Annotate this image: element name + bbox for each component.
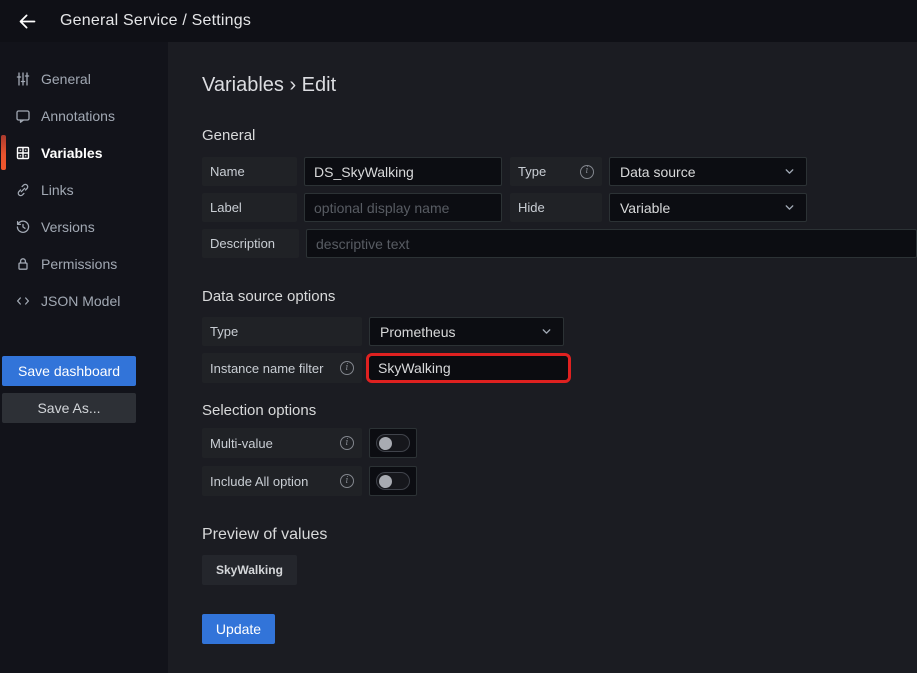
- type-select-value: Data source: [620, 164, 695, 180]
- info-icon[interactable]: i: [340, 361, 354, 375]
- sidebar-item-annotations[interactable]: Annotations: [0, 97, 168, 134]
- lock-icon: [14, 256, 31, 272]
- type-field-label: Type i: [510, 157, 602, 186]
- code-icon: [14, 293, 31, 309]
- active-indicator-bar: [1, 135, 6, 170]
- description-input[interactable]: [306, 229, 917, 258]
- general-form: Name Type i Data source Label Hide Varia…: [202, 157, 917, 258]
- datasource-type-select[interactable]: Prometheus: [369, 317, 564, 346]
- instance-filter-row: Instance name filter i: [202, 353, 917, 383]
- highlight-annotation-box: [366, 353, 571, 383]
- update-button[interactable]: Update: [202, 614, 275, 644]
- sidebar-item-links[interactable]: Links: [0, 171, 168, 208]
- comment-icon: [14, 108, 31, 124]
- sidebar-item-general[interactable]: General: [0, 60, 168, 97]
- sidebar-item-label: Annotations: [41, 108, 115, 124]
- multi-value-row: Multi-value i: [202, 428, 917, 458]
- description-field-label: Description: [202, 229, 299, 258]
- sidebar-item-variables[interactable]: Variables: [0, 134, 168, 171]
- settings-content-panel: Variables › Edit General Name Type i Dat…: [168, 42, 917, 673]
- save-as-button[interactable]: Save As...: [2, 393, 136, 423]
- sidebar-item-label: Versions: [41, 219, 95, 235]
- sidebar-item-label: JSON Model: [41, 293, 120, 309]
- multi-value-label: Multi-value i: [202, 428, 362, 458]
- hide-select-value: Variable: [620, 200, 670, 216]
- preview-value-chip: SkyWalking: [202, 555, 297, 585]
- description-row: Description: [202, 229, 917, 258]
- chevron-down-icon: [783, 201, 796, 214]
- type-select[interactable]: Data source: [609, 157, 807, 186]
- hide-field-label: Hide: [510, 193, 602, 222]
- grid-icon: [14, 145, 31, 161]
- back-button[interactable]: [10, 4, 44, 38]
- settings-sidebar: General Annotations Variables Links: [0, 42, 168, 673]
- name-type-row: Name Type i Data source: [202, 157, 917, 186]
- sidebar-item-label: Variables: [41, 145, 103, 161]
- top-header: General Service / Settings: [0, 0, 917, 42]
- sidebar-item-json-model[interactable]: JSON Model: [0, 282, 168, 319]
- label-hide-row: Label Hide Variable: [202, 193, 917, 222]
- datasource-section-heading: Data source options: [202, 288, 917, 305]
- selection-form: Multi-value i Include All option i: [202, 428, 917, 496]
- datasource-type-value: Prometheus: [380, 324, 455, 340]
- sidebar-item-label: Permissions: [41, 256, 117, 272]
- instance-filter-label: Instance name filter i: [202, 353, 362, 383]
- toggle-knob: [379, 475, 392, 488]
- hide-select[interactable]: Variable: [609, 193, 807, 222]
- preview-section-heading: Preview of values: [202, 526, 917, 544]
- breadcrumb: Variables › Edit: [202, 74, 917, 97]
- label-input[interactable]: [304, 193, 502, 222]
- sidebar-item-versions[interactable]: Versions: [0, 208, 168, 245]
- sliders-icon: [14, 71, 31, 87]
- sidebar-item-label: General: [41, 71, 91, 87]
- datasource-type-row: Type Prometheus: [202, 317, 917, 346]
- info-icon[interactable]: i: [340, 474, 354, 488]
- include-all-toggle[interactable]: [369, 466, 417, 496]
- datasource-form: Type Prometheus Instance name filter i: [202, 317, 917, 383]
- arrow-left-icon: [17, 11, 38, 32]
- info-icon[interactable]: i: [580, 165, 594, 179]
- name-field-label: Name: [202, 157, 297, 186]
- chevron-down-icon: [783, 165, 796, 178]
- include-all-label: Include All option i: [202, 466, 362, 496]
- include-all-row: Include All option i: [202, 466, 917, 496]
- sidebar-item-permissions[interactable]: Permissions: [0, 245, 168, 282]
- preview-values: SkyWalking: [202, 555, 917, 585]
- page-title: General Service / Settings: [60, 12, 251, 30]
- save-dashboard-button[interactable]: Save dashboard: [2, 356, 136, 386]
- datasource-type-label: Type: [202, 317, 362, 346]
- info-icon[interactable]: i: [340, 436, 354, 450]
- general-section-heading: General: [202, 127, 917, 144]
- history-icon: [14, 219, 31, 235]
- sidebar-actions: Save dashboard Save As...: [0, 356, 168, 423]
- name-input[interactable]: [304, 157, 502, 186]
- multi-value-toggle[interactable]: [369, 428, 417, 458]
- chevron-down-icon: [540, 325, 553, 338]
- instance-filter-input[interactable]: [369, 356, 568, 380]
- toggle-track: [376, 434, 410, 452]
- sidebar-item-label: Links: [41, 182, 74, 198]
- link-icon: [14, 182, 31, 198]
- label-field-label: Label: [202, 193, 297, 222]
- toggle-knob: [379, 437, 392, 450]
- toggle-track: [376, 472, 410, 490]
- selection-section-heading: Selection options: [202, 402, 917, 419]
